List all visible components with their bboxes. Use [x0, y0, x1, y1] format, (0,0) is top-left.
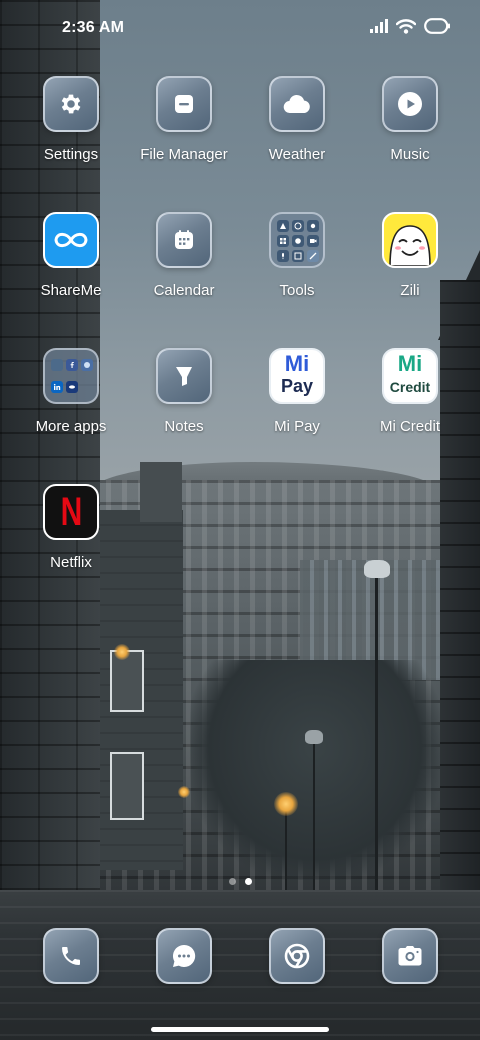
status-bar: 2:36 AM: [0, 0, 480, 56]
status-icons: [370, 18, 450, 34]
gesture-home-bar[interactable]: [151, 1027, 329, 1032]
battery-icon: [424, 18, 450, 34]
wifi-icon: [396, 18, 416, 34]
dock-chrome[interactable]: [241, 928, 353, 988]
chrome-icon: [269, 928, 325, 984]
phone-icon: [43, 928, 99, 984]
dock-phone[interactable]: [15, 928, 127, 988]
dock-messages[interactable]: [128, 928, 240, 988]
dock: [0, 0, 480, 1040]
status-time: 2:36 AM: [62, 19, 125, 36]
dock-camera[interactable]: [354, 928, 466, 988]
message-icon: [156, 928, 212, 984]
camera-icon: [382, 928, 438, 984]
signal-icon: [370, 19, 388, 33]
